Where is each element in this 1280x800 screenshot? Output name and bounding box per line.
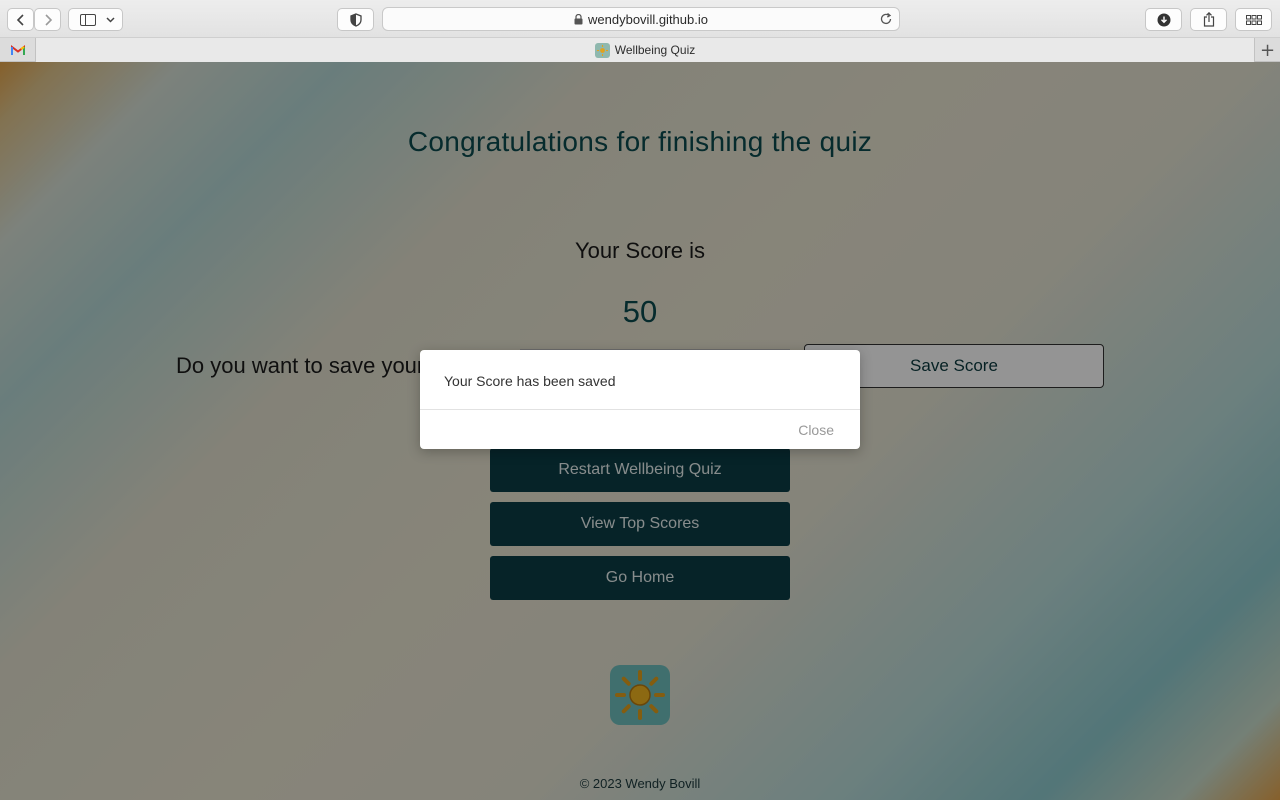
gmail-icon (10, 44, 25, 55)
shield-icon (349, 12, 362, 27)
tab-wellbeing-quiz[interactable]: Wellbeing Quiz (36, 38, 1254, 62)
reload-icon[interactable] (879, 12, 893, 29)
address-bar[interactable]: wendybovill.github.io (382, 7, 900, 31)
score-saved-dialog: Your Score has been saved Close (420, 350, 860, 449)
tab-overview-button[interactable] (1235, 8, 1272, 31)
chevron-left-icon (16, 13, 24, 26)
browser-toolbar: wendybovill.github.io (0, 0, 1280, 38)
downloads-button[interactable] (1145, 8, 1182, 31)
plus-icon: + (1259, 39, 1276, 61)
close-button[interactable]: Close (798, 422, 834, 438)
sun-favicon-icon (594, 42, 610, 58)
share-button[interactable] (1190, 8, 1227, 31)
chevron-right-icon (44, 13, 52, 26)
grid-icon (1245, 14, 1262, 25)
dialog-message: Your Score has been saved (444, 373, 616, 389)
tab-title: Wellbeing Quiz (614, 43, 696, 57)
lock-icon (574, 13, 583, 25)
download-icon (1157, 13, 1170, 26)
new-tab-button[interactable]: + (1254, 38, 1280, 62)
dialog-divider (420, 409, 860, 410)
url-text: wendybovill.github.io (588, 11, 708, 27)
back-button[interactable] (7, 8, 34, 31)
tab-bar: Wellbeing Quiz + (0, 38, 1280, 62)
forward-button[interactable] (34, 8, 61, 31)
chevron-down-icon[interactable] (106, 16, 115, 23)
sidebar-button[interactable] (68, 8, 123, 31)
privacy-button[interactable] (337, 8, 374, 31)
pinned-tab-gmail[interactable] (0, 38, 36, 62)
sidebar-icon (80, 13, 96, 26)
share-icon (1203, 12, 1214, 27)
